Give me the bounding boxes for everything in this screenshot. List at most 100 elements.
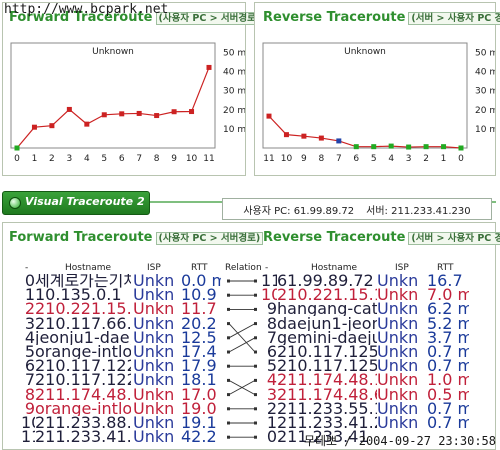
fwd-chart-title: Unknown	[92, 47, 134, 57]
rev-data-point	[388, 143, 394, 149]
relation-node	[254, 393, 257, 397]
fwd-data-point	[101, 112, 107, 118]
fwd-data-point	[31, 124, 37, 130]
visual-traceroute-banner[interactable]: Visual Traceroute 2	[2, 191, 150, 215]
fwd-xtick-label: 9	[171, 154, 177, 164]
rev-xtick-label: 5	[371, 154, 377, 164]
relation-line	[228, 323, 256, 353]
relation-node	[227, 407, 230, 411]
fwd-ytick-label: 50 ms	[223, 49, 245, 59]
rev-xtick-label: 4	[388, 154, 394, 164]
fwd-ytick-label: 40 ms	[223, 68, 245, 78]
relation-node	[227, 279, 230, 283]
fwd-data-point	[119, 111, 125, 117]
timestamp-caption: 무테뽀 / 2004-09-27 23:30:58	[303, 434, 496, 448]
fwd-data-point	[171, 109, 177, 115]
fwd-xtick-label: 1	[32, 154, 38, 164]
rev-xtick-label: 2	[423, 154, 429, 164]
fwd-data-point	[136, 110, 142, 116]
relation-node	[227, 378, 230, 382]
relation-node	[254, 293, 257, 297]
rev-data-point	[423, 144, 429, 150]
relation-node	[227, 393, 230, 397]
relation-node	[227, 307, 230, 311]
fwd-xtick-label: 7	[136, 154, 142, 164]
ip-info-box: 사용자 PC: 61.99.89.72 서버: 211.233.41.230	[222, 198, 492, 220]
rev-ytick-label: 50 ms	[475, 49, 495, 59]
relation-node	[254, 350, 257, 354]
rev-data-point	[371, 144, 377, 150]
rev-ytick-label: 10 ms	[475, 125, 495, 135]
rev-ytick-label: 40 ms	[475, 68, 495, 78]
relation-node	[254, 421, 257, 425]
rev-ytick-label: 30 ms	[475, 87, 495, 97]
fwd-xtick-label: 2	[49, 154, 55, 164]
rev-xtick-label: 3	[406, 154, 412, 164]
rev-xtick-label: 10	[281, 154, 293, 164]
rev-xtick-label: 1	[441, 154, 447, 164]
relation-node	[254, 364, 257, 368]
rev-data-point	[336, 138, 342, 144]
rev-data-point	[353, 144, 359, 150]
relation-node	[227, 364, 230, 368]
fwd-data-point	[66, 106, 72, 112]
rev-data-point	[318, 135, 324, 141]
fwd-ytick-label: 30 ms	[223, 87, 245, 97]
rev-data-point	[406, 144, 412, 150]
relation-node	[254, 407, 257, 411]
relation-node	[227, 322, 230, 326]
relation-node	[254, 336, 257, 340]
rev-data-point	[266, 113, 272, 119]
relation-node	[227, 293, 230, 297]
fwd-xtick-label: 0	[14, 154, 20, 164]
rev-data-point	[283, 132, 289, 138]
relation-node	[227, 336, 230, 340]
rev-xtick-label: 9	[301, 154, 307, 164]
relation-node	[254, 307, 257, 311]
fwd-xtick-label: 10	[186, 154, 198, 164]
rev-ytick-label: 20 ms	[475, 106, 495, 116]
fwd-ytick-label: 20 ms	[223, 106, 245, 116]
rev-xtick-label: 8	[318, 154, 324, 164]
relation-node	[227, 350, 230, 354]
forward-chart-panel: Forward Traceroute (사용자 PC > 서버경로) Unknow…	[2, 2, 264, 176]
fwd-data-point	[154, 113, 160, 119]
fwd-ytick-label: 10 ms	[223, 125, 245, 135]
server-ip: 서버: 211.233.41.230	[366, 205, 471, 217]
relation-node	[227, 435, 230, 439]
user-pc-ip: 사용자 PC: 61.99.89.72	[243, 205, 355, 217]
fwd-data-point	[49, 123, 55, 129]
status-orb-icon	[9, 197, 21, 209]
rev-data-point	[301, 133, 307, 139]
rev-data-point	[458, 145, 464, 151]
fwd-data-point	[14, 145, 20, 151]
tables-panel: Forward Traceroute (사용자 PC > 서버경로) Revers…	[2, 222, 500, 450]
rev-chart-title: Unknown	[344, 47, 386, 57]
fwd-data-point	[84, 121, 90, 127]
rev-xtick-label: 7	[336, 154, 342, 164]
forward-rtt-chart: Unknown 10 ms 20 ms 30 ms 40 ms 50 ms 0 1 2 3 4 5 6 7…	[10, 42, 245, 164]
relation-lines	[227, 279, 257, 439]
fwd-xtick-label: 8	[154, 154, 160, 164]
banner-label: Visual Traceroute 2	[25, 195, 145, 208]
fwd-plot-frame	[10, 42, 216, 149]
fwd-xtick-label: 5	[101, 154, 107, 164]
relation-node	[254, 378, 257, 382]
fwd-data-point	[206, 64, 212, 70]
relation-node	[254, 435, 257, 439]
reverse-rtt-chart: Unknown10 ms20 ms30 ms40 ms50 ms11109876…	[262, 42, 495, 164]
rev-data-point	[441, 144, 447, 150]
reverse-chart-panel: Reverse Traceroute(서버 > 사용자 PC 경로) Unkno…	[254, 2, 500, 176]
relation-node	[227, 421, 230, 425]
rev-xtick-label: 6	[353, 154, 359, 164]
rev-xtick-label: 11	[263, 154, 274, 164]
relation-line	[228, 337, 256, 353]
fwd-xtick-label: 3	[66, 154, 72, 164]
rev-xtick-label: 0	[458, 154, 464, 164]
fwd-xtick-label: 4	[84, 154, 90, 164]
rev-plot-frame	[262, 42, 468, 149]
watermark-url: http://www.bcpark.net	[4, 2, 169, 17]
fwd-xtick-label: 6	[119, 154, 125, 164]
fwd-data-point	[189, 109, 195, 115]
relation-node	[254, 279, 257, 283]
